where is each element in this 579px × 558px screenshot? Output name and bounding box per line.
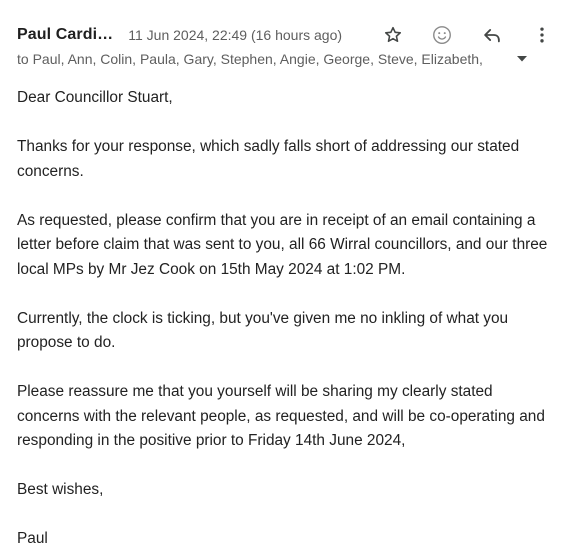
chevron-down-icon: [517, 56, 527, 62]
signature: Paul: [17, 530, 48, 547]
star-icon: [384, 26, 402, 43]
emoji-reaction-icon: [433, 26, 451, 44]
more-options-icon: [540, 27, 544, 43]
body-paragraph: Thanks for your response, which sadly fa…: [17, 138, 520, 180]
add-reaction-button[interactable]: [427, 20, 457, 50]
star-button[interactable]: [378, 20, 408, 50]
message-date[interactable]: 11 Jun 2024, 22:49 (16 hours ago): [128, 27, 342, 43]
closing: Best wishes,: [17, 481, 104, 498]
more-options-button[interactable]: [527, 20, 557, 50]
show-details-button[interactable]: [515, 52, 529, 66]
body-paragraph: Currently, the clock is ticking, but you…: [17, 309, 509, 352]
recipients-line: to Paul, Ann, Colin, Paula, Gary, Stephe…: [17, 51, 529, 67]
body-paragraph: As requested, please confirm that you ar…: [17, 211, 548, 278]
sender-name[interactable]: Paul Cardi…: [17, 26, 113, 44]
sender-line: Paul Cardi… 11 Jun 2024, 22:49 (16 hours…: [17, 24, 342, 46]
body-paragraph: Please reassure me that you yourself wil…: [17, 383, 545, 449]
message-header: Paul Cardi… 11 Jun 2024, 22:49 (16 hours…: [0, 0, 579, 80]
greeting: Dear Councillor Stuart,: [17, 89, 173, 106]
recipients-list[interactable]: to Paul, Ann, Colin, Paula, Gary, Stephe…: [17, 51, 511, 67]
message-body: Dear Councillor Stuart, Thanks for your …: [17, 86, 557, 552]
reply-button[interactable]: [477, 20, 507, 50]
reply-icon: [484, 29, 500, 43]
